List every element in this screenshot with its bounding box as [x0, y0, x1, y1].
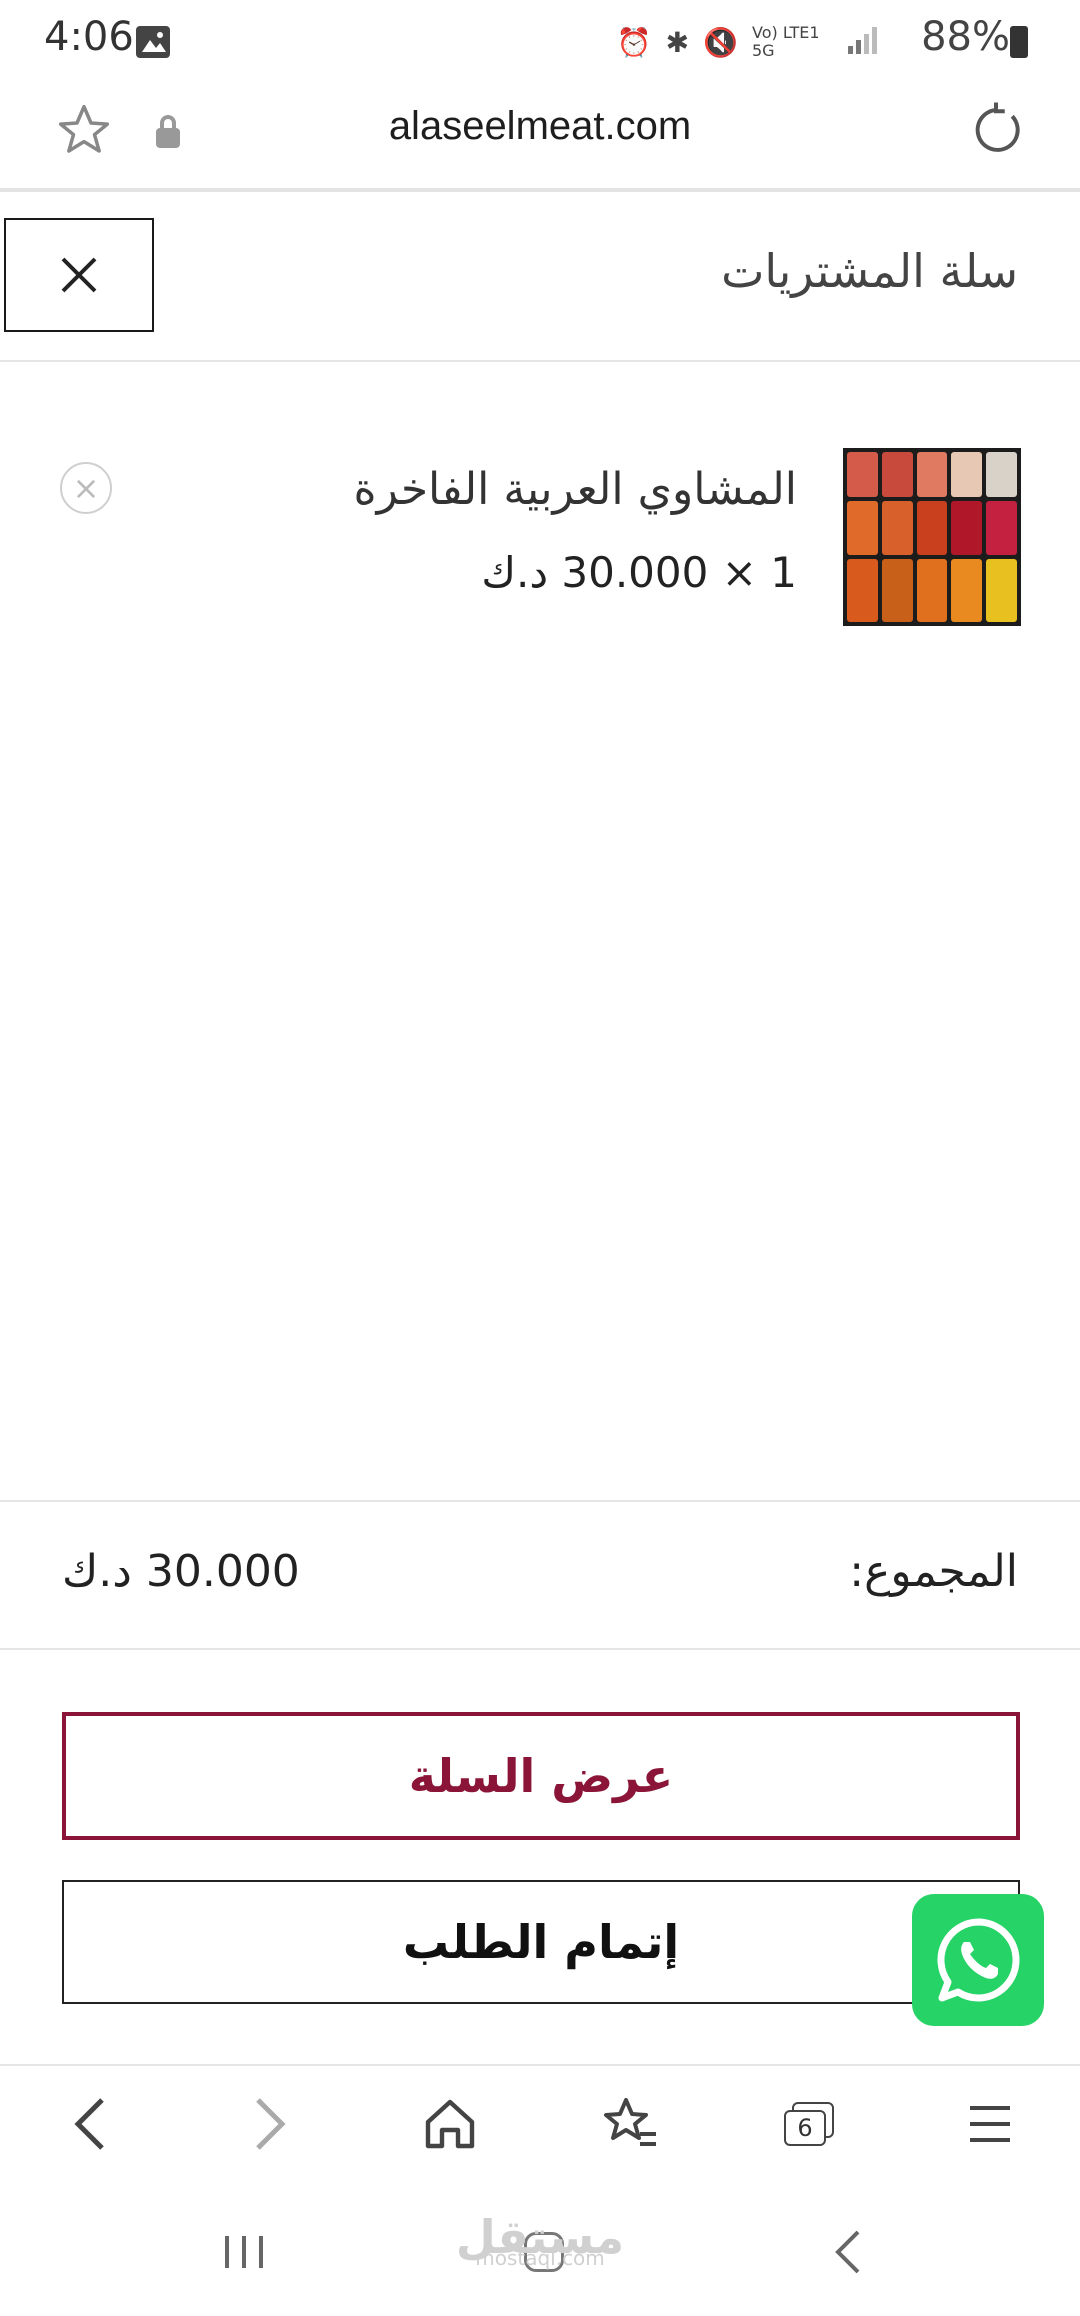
cart-title: سلة المشتريات	[721, 244, 1018, 298]
checkout-button[interactable]: إتمام الطلب	[62, 1880, 1020, 2004]
bookmarks-icon[interactable]	[600, 2094, 660, 2154]
status-icons: ⏰ ✱ 🔇 Vo) LTE1 5G	[617, 20, 880, 64]
status-time: 4:06	[44, 14, 134, 60]
total-divider-top	[0, 1500, 1080, 1502]
mute-icon: 🔇	[703, 25, 738, 59]
home-icon[interactable]	[420, 2094, 480, 2154]
whatsapp-icon	[937, 1918, 1020, 2002]
whatsapp-button[interactable]	[912, 1894, 1044, 2026]
forward-icon[interactable]	[240, 2094, 300, 2154]
close-icon	[61, 257, 97, 293]
bluetooth-icon: ✱	[665, 25, 690, 59]
back-icon[interactable]	[60, 2094, 120, 2154]
total-label: المجموع:	[849, 1546, 1018, 1597]
total-value: 30.000 د.ك	[62, 1546, 300, 1597]
battery-icon	[1010, 26, 1028, 58]
browser-divider	[0, 188, 1080, 192]
browser-toolbar	[0, 2064, 1080, 2188]
close-circle-icon: ×	[72, 469, 100, 507]
tabs-icon[interactable]: 6	[780, 2094, 840, 2154]
url-bar[interactable]: alaseelmeat.com	[0, 104, 1080, 149]
reload-icon[interactable]	[966, 100, 1026, 164]
product-quantity-price: 1 × 30.000 د.ك	[481, 548, 797, 597]
remove-item-button[interactable]: ×	[60, 462, 112, 514]
gallery-icon	[136, 26, 170, 58]
back-nav-icon[interactable]	[818, 2222, 878, 2282]
product-name[interactable]: المشاوي العربية الفاخرة	[354, 464, 797, 515]
tabs-count: 6	[784, 2110, 826, 2146]
signal-icon	[846, 24, 880, 61]
recent-apps-icon[interactable]	[214, 2222, 274, 2282]
menu-icon[interactable]	[960, 2094, 1020, 2154]
header-divider	[0, 360, 1080, 362]
network-label: Vo) LTE1 5G	[752, 23, 820, 60]
watermark-url: mostaql.com	[475, 2246, 605, 2270]
product-thumbnail[interactable]	[843, 448, 1021, 626]
close-cart-button[interactable]	[4, 218, 154, 332]
total-divider-bottom	[0, 1648, 1080, 1650]
battery-percent: 88%	[921, 14, 1010, 60]
alarm-icon: ⏰	[616, 25, 652, 59]
view-cart-button[interactable]: عرض السلة	[62, 1712, 1020, 1840]
